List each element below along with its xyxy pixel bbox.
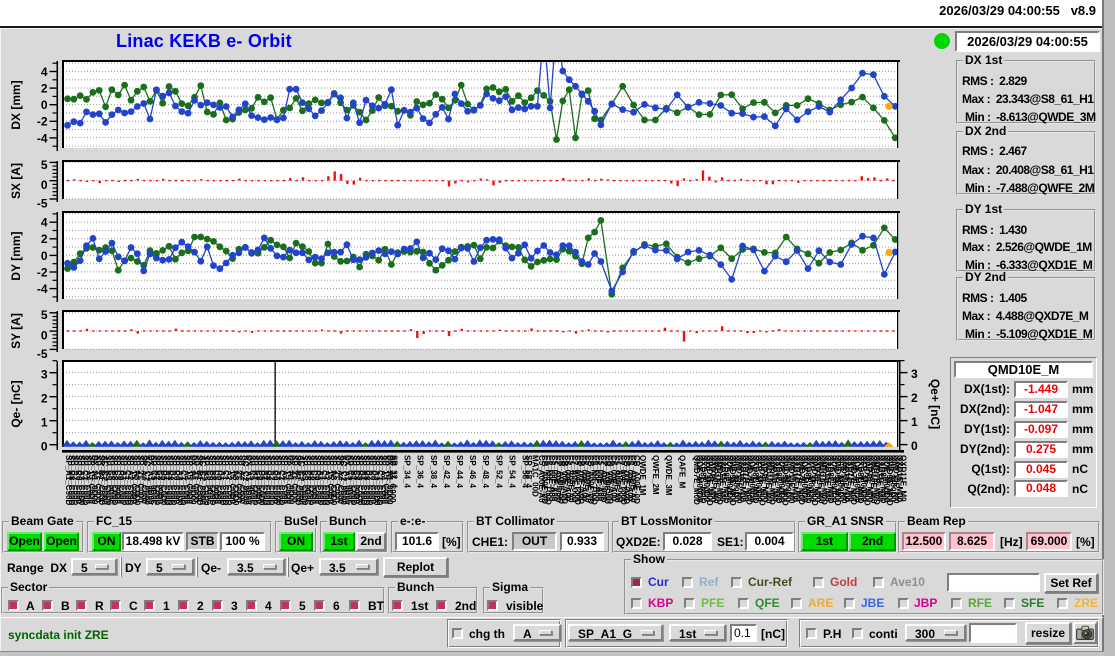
- svg-text:DY [mm]: DY [mm]: [9, 231, 23, 280]
- svg-text:Qe- [nC]: Qe- [nC]: [9, 380, 23, 427]
- svg-text:0: 0: [41, 249, 48, 263]
- svg-text:2: 2: [41, 232, 48, 246]
- svg-text:SP_42_4: SP_42_4: [442, 455, 451, 488]
- svg-text:SP_48_4: SP_48_4: [481, 455, 490, 488]
- svg-text:-2: -2: [37, 115, 48, 129]
- svg-text:Qe+ [nC]: Qe+ [nC]: [928, 379, 940, 429]
- svg-text:QXD11E_M0: QXD11E_M0: [898, 455, 907, 502]
- svg-text:-5: -5: [37, 196, 48, 210]
- svg-text:SY [A]: SY [A]: [9, 313, 23, 349]
- svg-text:0: 0: [41, 98, 48, 112]
- svg-text:5: 5: [41, 158, 48, 172]
- svg-text:4: 4: [41, 65, 48, 79]
- svg-text:SP_32_4: SP_32_4: [390, 455, 399, 488]
- svg-text:5: 5: [41, 308, 48, 322]
- svg-text:1: 1: [41, 416, 48, 430]
- svg-text:1: 1: [911, 415, 918, 429]
- svg-text:-5: -5: [37, 347, 48, 361]
- svg-text:3: 3: [911, 367, 918, 381]
- svg-text:DX [mm]: DX [mm]: [9, 80, 23, 129]
- svg-text:QAFE_M: QAFE_M: [677, 455, 686, 489]
- svg-text:QWDE_1M: QWDE_1M: [638, 455, 647, 496]
- svg-text:0: 0: [911, 439, 918, 453]
- svg-text:3: 3: [41, 368, 48, 382]
- svg-text:-4: -4: [37, 131, 48, 145]
- svg-text:4: 4: [41, 216, 48, 230]
- svg-text:0: 0: [41, 329, 48, 343]
- svg-text:SX [A]: SX [A]: [9, 163, 23, 199]
- svg-text:QWDE_3M: QWDE_3M: [664, 455, 673, 496]
- svg-text:SP_34_4: SP_34_4: [403, 455, 412, 488]
- svg-text:2: 2: [41, 392, 48, 406]
- svg-text:-2: -2: [37, 265, 48, 279]
- svg-text:SP_44_4: SP_44_4: [455, 455, 464, 488]
- svg-text:SP_38_4: SP_38_4: [429, 455, 438, 488]
- svg-text:0: 0: [41, 440, 48, 454]
- svg-text:QWFE_2M: QWFE_2M: [651, 455, 660, 495]
- svg-text:2: 2: [911, 391, 918, 405]
- svg-text:SP_52_4: SP_52_4: [494, 455, 503, 488]
- svg-text:SP_54_4: SP_54_4: [507, 455, 516, 488]
- svg-text:0: 0: [41, 178, 48, 192]
- svg-text:SP_36_4: SP_36_4: [416, 455, 425, 488]
- svg-text:-4: -4: [37, 282, 48, 296]
- svg-text:SP_46_4: SP_46_4: [468, 455, 477, 488]
- svg-text:2: 2: [41, 82, 48, 96]
